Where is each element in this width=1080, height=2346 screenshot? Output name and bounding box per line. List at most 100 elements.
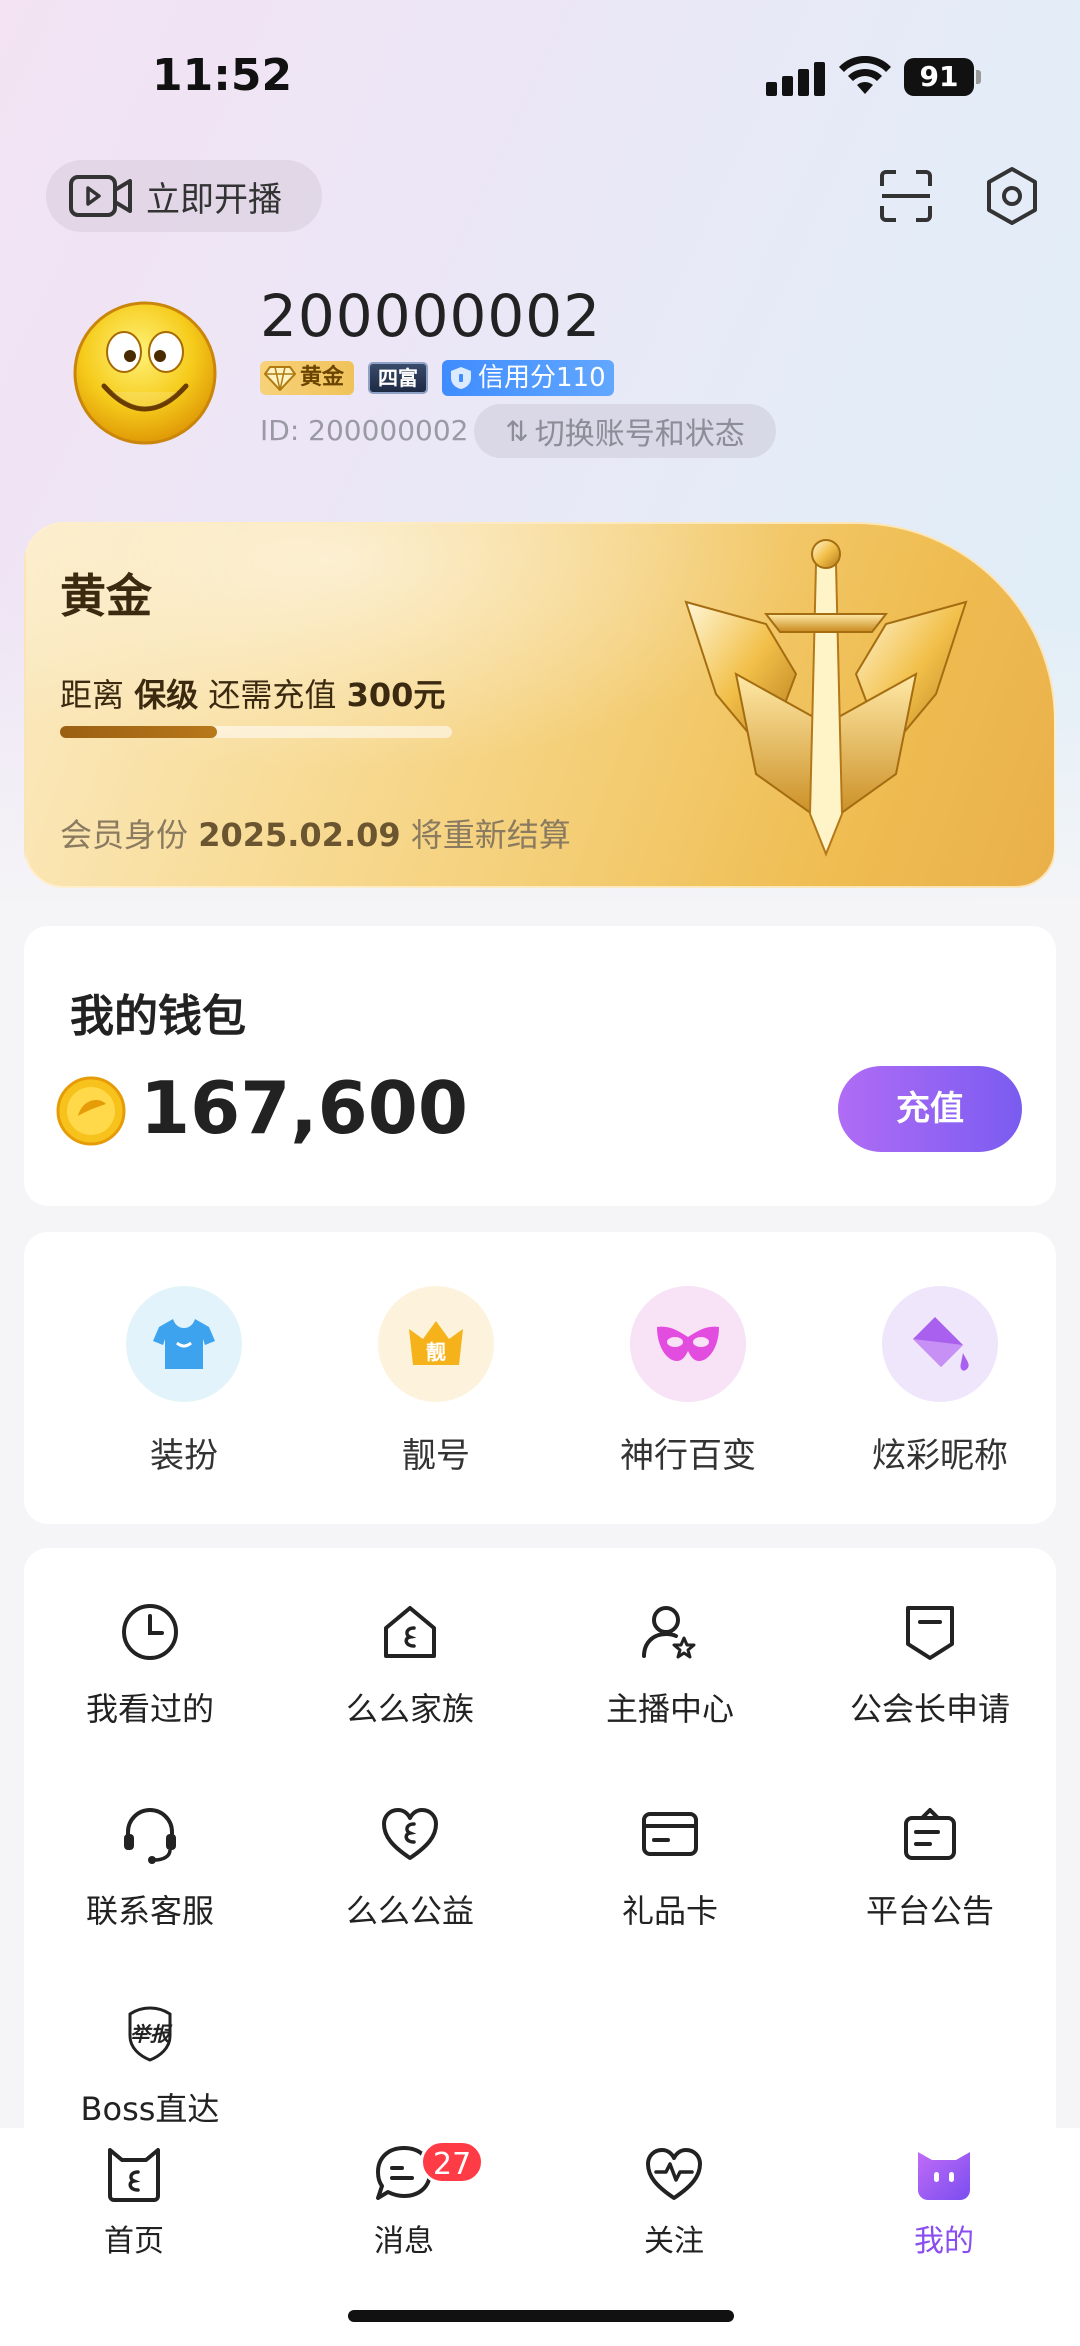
tab-home[interactable]: 首页 [34, 2142, 234, 2260]
status-time: 11:52 [152, 50, 293, 101]
notice-icon [904, 1808, 956, 1860]
start-live-button[interactable]: 立即开播 [46, 160, 322, 232]
gold-sword-emblem-icon [684, 539, 968, 857]
cellular-signal-icon [766, 60, 828, 96]
footer-date: 2025.02.09 [198, 816, 401, 854]
menu-card: 我看过的 么么家族 主播中心 公会长申请 联系客服 么么公益 礼品卡 平台公告 … [24, 1548, 1056, 2168]
crown-icon: 靓 [409, 1321, 463, 1365]
membership-progress-text: 距离 保级 还需充值 300元 [60, 670, 445, 716]
battery-icon: 91 [904, 58, 982, 96]
menu-item-announcement[interactable]: 平台公告 [820, 1802, 1040, 1932]
heart-pulse-icon [646, 2148, 702, 2200]
recharge-button[interactable]: 充值 [838, 1066, 1022, 1152]
membership-card[interactable]: 黄金 距离 保级 还需充值 300元 会员身份 2025.02.09 将重新结算 [24, 522, 1056, 888]
menu-item-label: 么么公益 [345, 1892, 474, 1930]
footer-suffix: 将重新结算 [410, 816, 571, 854]
anchor-user-icon [642, 1606, 696, 1659]
feature-special-number[interactable]: 靓 靓号 [336, 1286, 536, 1477]
progress-amount: 300元 [346, 676, 446, 714]
credit-badge[interactable]: 信用分110 [442, 360, 614, 396]
menu-item-label: 礼品卡 [621, 1892, 718, 1930]
tab-following[interactable]: 关注 [574, 2142, 774, 2260]
menu-item-gift-card[interactable]: 礼品卡 [560, 1802, 780, 1932]
tab-messages[interactable]: 消息 27 [304, 2140, 504, 2260]
menu-item-label: 公会长申请 [849, 1690, 1010, 1728]
footer-prefix: 会员身份 [60, 816, 189, 854]
home-cat-icon [108, 2148, 160, 2202]
settings-icon[interactable] [984, 166, 1040, 226]
wallet-card: 我的钱包 167,600 充值 [24, 926, 1056, 1206]
menu-item-guild-apply[interactable]: 公会长申请 [820, 1600, 1040, 1730]
menu-item-history[interactable]: 我看过的 [40, 1600, 260, 1730]
feature-label: 神行百变 [620, 1436, 756, 1476]
tab-label: 我的 [914, 2224, 974, 2259]
membership-title: 黄金 [60, 569, 152, 623]
feature-label: 装扮 [150, 1436, 218, 1476]
crown-glyph: 靓 [426, 1340, 446, 1364]
shield-icon [451, 367, 472, 389]
menu-item-family[interactable]: 么么家族 [300, 1600, 520, 1730]
menu-item-label: Boss直达 [80, 2090, 220, 2128]
feature-disguise[interactable]: 神行百变 [588, 1286, 788, 1477]
profile-face-icon [918, 2152, 970, 2200]
tab-label: 关注 [644, 2224, 704, 2259]
menu-item-label: 平台公告 [865, 1892, 994, 1930]
switch-account-label: 切换账号和状态 [534, 417, 745, 452]
menu-item-label: 联系客服 [85, 1892, 214, 1930]
wifi-icon [839, 56, 891, 94]
menu-item-label: 主播中心 [605, 1690, 734, 1728]
feature-label: 炫彩昵称 [872, 1436, 1008, 1476]
video-camera-icon [69, 175, 132, 217]
coin-icon [56, 1076, 126, 1146]
tab-label: 首页 [104, 2224, 164, 2259]
clock-icon [122, 1604, 178, 1660]
paint-bucket-icon [913, 1317, 969, 1371]
avatar[interactable] [72, 300, 218, 446]
wallet-balance: 167,600 [140, 1066, 468, 1150]
unread-badge: 27 [420, 2140, 485, 2184]
report-glyph: 举报 [130, 2022, 173, 2046]
battery-level: 91 [904, 58, 974, 96]
menu-item-boss-direct[interactable]: 举报 Boss直达 [40, 2000, 260, 2130]
status-bar: 11:52 91 [0, 0, 1080, 150]
feature-card: 装扮 靓 靓号 神行百变 炫彩昵称 [24, 1232, 1056, 1524]
tab-label: 消息 [374, 2224, 434, 2259]
progress-middle: 还需充值 [208, 676, 337, 714]
scan-icon[interactable] [878, 168, 934, 224]
feature-colorful-nickname[interactable]: 炫彩昵称 [840, 1286, 1040, 1477]
progress-target: 保级 [134, 676, 199, 714]
tab-mine[interactable]: 我的 [844, 2142, 1044, 2260]
feature-dress-up[interactable]: 装扮 [84, 1286, 284, 1477]
rich-badge: 四富 [368, 362, 429, 394]
progress-prefix: 距离 [60, 676, 125, 714]
wallet-title: 我的钱包 [70, 991, 246, 1042]
menu-item-customer-service[interactable]: 联系客服 [40, 1802, 260, 1932]
diamond-icon [264, 366, 296, 391]
menu-item-charity[interactable]: 么么公益 [300, 1802, 520, 1932]
shield-badge-icon [906, 1606, 954, 1660]
membership-progress-bar [60, 726, 452, 738]
heart-icon [382, 1808, 438, 1860]
card-icon [642, 1812, 698, 1856]
menu-item-label: 我看过的 [85, 1690, 214, 1728]
mask-icon [657, 1326, 719, 1361]
credit-badge-label: 信用分110 [478, 363, 606, 393]
headset-icon [124, 1808, 176, 1864]
level-badge: 黄金 [260, 361, 355, 395]
start-live-label: 立即开播 [146, 179, 282, 220]
menu-item-label: 么么家族 [345, 1690, 474, 1728]
membership-footer: 会员身份 2025.02.09 将重新结算 [60, 810, 571, 856]
menu-item-anchor-center[interactable]: 主播中心 [560, 1600, 780, 1730]
tshirt-icon [153, 1319, 215, 1369]
badge-row: 黄金 四富 信用分110 [260, 358, 614, 398]
switch-arrows-icon: ⇅ [505, 414, 529, 448]
membership-progress-fill [60, 726, 217, 738]
user-id: ID: 200000002 [260, 414, 469, 447]
report-icon: 举报 [128, 2006, 173, 2062]
switch-account-button[interactable]: ⇅ 切换账号和状态 [474, 404, 776, 458]
level-badge-label: 黄金 [300, 365, 345, 390]
house-icon [384, 1606, 436, 1658]
home-indicator [348, 2310, 734, 2322]
feature-label: 靓号 [402, 1436, 470, 1476]
username: 200000002 [260, 282, 602, 350]
